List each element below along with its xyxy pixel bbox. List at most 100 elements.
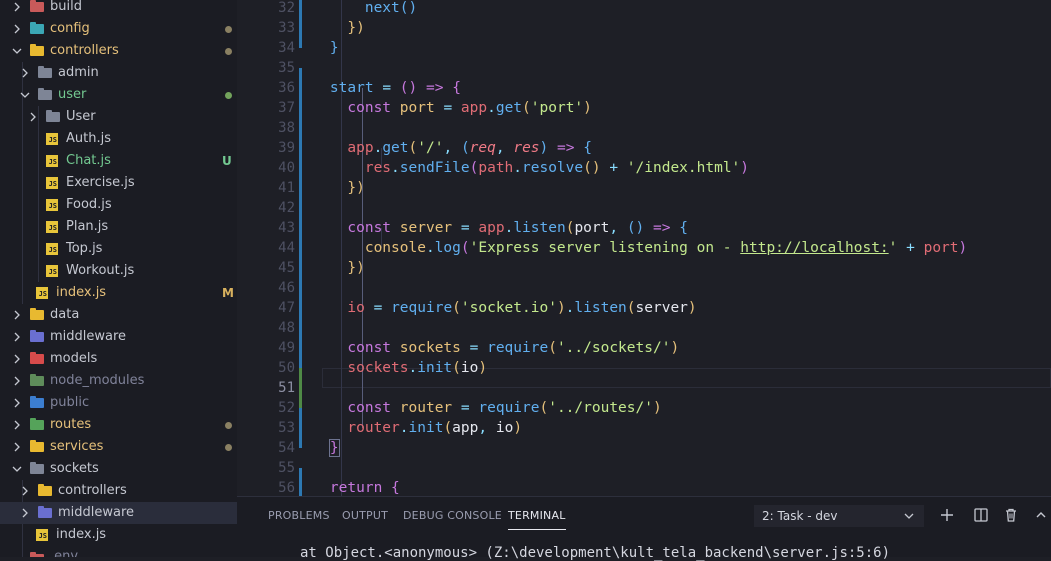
- tree-item-food-js[interactable]: JS Food.js: [0, 194, 237, 216]
- code-line[interactable]: 48: [237, 318, 1051, 338]
- tree-item-admin[interactable]: admin: [0, 62, 237, 84]
- tree-item-label: data: [50, 307, 80, 322]
- tree-item-label: user: [58, 87, 87, 102]
- chevron-down-icon[interactable]: [20, 84, 30, 106]
- tree-item-workout-js[interactable]: JS Workout.js: [0, 260, 237, 282]
- code-text: app.get('/', (req, res) => {: [347, 140, 592, 156]
- folder-icon: [38, 484, 54, 498]
- code-line[interactable]: 45 }): [237, 258, 1051, 278]
- chevron-right-icon[interactable]: [20, 480, 30, 502]
- tree-item-label: Workout.js: [66, 263, 135, 278]
- tree-item-build[interactable]: build: [0, 0, 237, 18]
- tree-item-user[interactable]: user: [0, 84, 237, 106]
- chevron-right-icon[interactable]: [20, 502, 30, 524]
- tree-item-data[interactable]: data: [0, 304, 237, 326]
- javascript-file-icon: JS: [46, 154, 62, 168]
- code-line[interactable]: 35: [237, 58, 1051, 78]
- tree-item-label: node_modules: [50, 373, 145, 388]
- chevron-right-icon[interactable]: [28, 106, 38, 128]
- maximize-panel-icon[interactable]: [1032, 506, 1050, 524]
- chevron-down-icon[interactable]: [12, 458, 22, 480]
- chevron-right-icon[interactable]: [12, 304, 22, 326]
- code-line[interactable]: 44 console.log('Express server listening…: [237, 238, 1051, 258]
- panel-tab-debug-console[interactable]: DEBUG CONSOLE: [403, 497, 502, 535]
- chevron-right-icon[interactable]: [20, 62, 30, 84]
- chevron-right-icon[interactable]: [12, 370, 22, 392]
- chevron-right-icon[interactable]: [12, 0, 22, 18]
- folder-icon: [30, 308, 46, 322]
- code-editor[interactable]: 32 next() 33 }) 34 } 35 36 start = () => {37…: [237, 0, 1051, 496]
- trash-icon[interactable]: [1002, 506, 1020, 524]
- code-line[interactable]: 49 const sockets = require('../sockets/'…: [237, 338, 1051, 358]
- code-line[interactable]: 51: [237, 378, 1051, 398]
- tree-item-user[interactable]: User: [0, 106, 237, 128]
- tree-item-services[interactable]: services: [0, 436, 237, 458]
- code-line[interactable]: 42: [237, 198, 1051, 218]
- tree-item-label: Food.js: [66, 197, 112, 212]
- chevron-right-icon[interactable]: [12, 18, 22, 40]
- terminal-select[interactable]: 2: Task - dev: [754, 505, 924, 527]
- tree-item-config[interactable]: config: [0, 18, 237, 40]
- tree-item-chat-js[interactable]: JS Chat.js U: [0, 150, 237, 172]
- tree-item-auth-js[interactable]: JS Auth.js: [0, 128, 237, 150]
- tree-item-index-js[interactable]: JS index.js M: [0, 282, 237, 304]
- terminal-output[interactable]: at Object.<anonymous> (Z:\development\ku…: [300, 545, 890, 561]
- tree-item-routes[interactable]: routes: [0, 414, 237, 436]
- code-text: res.sendFile(path.resolve() + '/index.ht…: [364, 160, 750, 176]
- folder-icon: [30, 396, 46, 410]
- code-line[interactable]: 43 const server = app.listen(port, () =>…: [237, 218, 1051, 238]
- javascript-file-icon: JS: [36, 528, 52, 542]
- panel-tab-output[interactable]: OUTPUT: [342, 497, 388, 535]
- chevron-right-icon[interactable]: [12, 348, 22, 370]
- tree-item-middleware[interactable]: middleware: [0, 326, 237, 348]
- code-line[interactable]: 52 const router = require('../routes/'): [237, 398, 1051, 418]
- tree-item-exercise-js[interactable]: JS Exercise.js: [0, 172, 237, 194]
- bottom-panel: PROBLEMS OUTPUT DEBUG CONSOLE TERMINAL 2: T…: [237, 496, 1051, 561]
- tree-item-models[interactable]: models: [0, 348, 237, 370]
- code-line[interactable]: 32 next(): [237, 0, 1051, 18]
- tree-item-label: services: [50, 439, 104, 454]
- code-line[interactable]: 55: [237, 458, 1051, 478]
- tree-item-label: routes: [50, 417, 92, 432]
- tree-item-label: Plan.js: [66, 219, 109, 234]
- code-line[interactable]: 50 sockets.init(io): [237, 358, 1051, 378]
- tree-item-index-js[interactable]: JS index.js: [0, 524, 237, 546]
- tree-item-public[interactable]: public: [0, 392, 237, 414]
- tree-item-middleware[interactable]: middleware: [0, 502, 237, 524]
- code-line[interactable]: 33 }): [237, 18, 1051, 38]
- code-line[interactable]: 38: [237, 118, 1051, 138]
- chevron-right-icon[interactable]: [12, 326, 22, 348]
- chevron-right-icon[interactable]: [12, 414, 22, 436]
- chevron-right-icon[interactable]: [12, 392, 22, 414]
- code-line[interactable]: 47 io = require('socket.io').listen(serv…: [237, 298, 1051, 318]
- tree-item-controllers[interactable]: controllers: [0, 480, 237, 502]
- code-text: const port = app.get('port'): [347, 100, 592, 116]
- file-icon: [30, 550, 46, 557]
- panel-tab-problems[interactable]: PROBLEMS: [268, 497, 330, 535]
- code-line[interactable]: 41 }): [237, 178, 1051, 198]
- code-line[interactable]: 34 }: [237, 38, 1051, 58]
- code-line[interactable]: 54 }: [237, 438, 1051, 458]
- tree-item-top-js[interactable]: JS Top.js: [0, 238, 237, 260]
- new-terminal-plus-icon[interactable]: [938, 506, 956, 524]
- panel-tab-terminal[interactable]: TERMINAL: [508, 497, 566, 535]
- chevron-down-icon[interactable]: [12, 40, 22, 62]
- tree-item-controllers[interactable]: controllers: [0, 40, 237, 62]
- code-line[interactable]: 46: [237, 278, 1051, 298]
- code-line[interactable]: 39 app.get('/', (req, res) => {: [237, 138, 1051, 158]
- javascript-file-icon: JS: [46, 264, 62, 278]
- code-line[interactable]: 56 return {: [237, 478, 1051, 496]
- split-terminal-icon[interactable]: [972, 506, 990, 524]
- code-line[interactable]: 37 const port = app.get('port'): [237, 98, 1051, 118]
- chevron-right-icon[interactable]: [12, 436, 22, 458]
- tree-item-node-modules[interactable]: node_modules: [0, 370, 237, 392]
- tree-item--env[interactable]: .env: [0, 546, 237, 557]
- code-line[interactable]: 40 res.sendFile(path.resolve() + '/index…: [237, 158, 1051, 178]
- folder-icon: [46, 110, 62, 124]
- code-line[interactable]: 36 start = () => {: [237, 78, 1051, 98]
- explorer-sidebar: build config controllers admin user User JS Aut…: [0, 0, 237, 557]
- code-line[interactable]: 53 router.init(app, io): [237, 418, 1051, 438]
- tree-item-plan-js[interactable]: JS Plan.js: [0, 216, 237, 238]
- terminal-select-value: 2: Task - dev: [762, 509, 838, 523]
- tree-item-sockets[interactable]: sockets: [0, 458, 237, 480]
